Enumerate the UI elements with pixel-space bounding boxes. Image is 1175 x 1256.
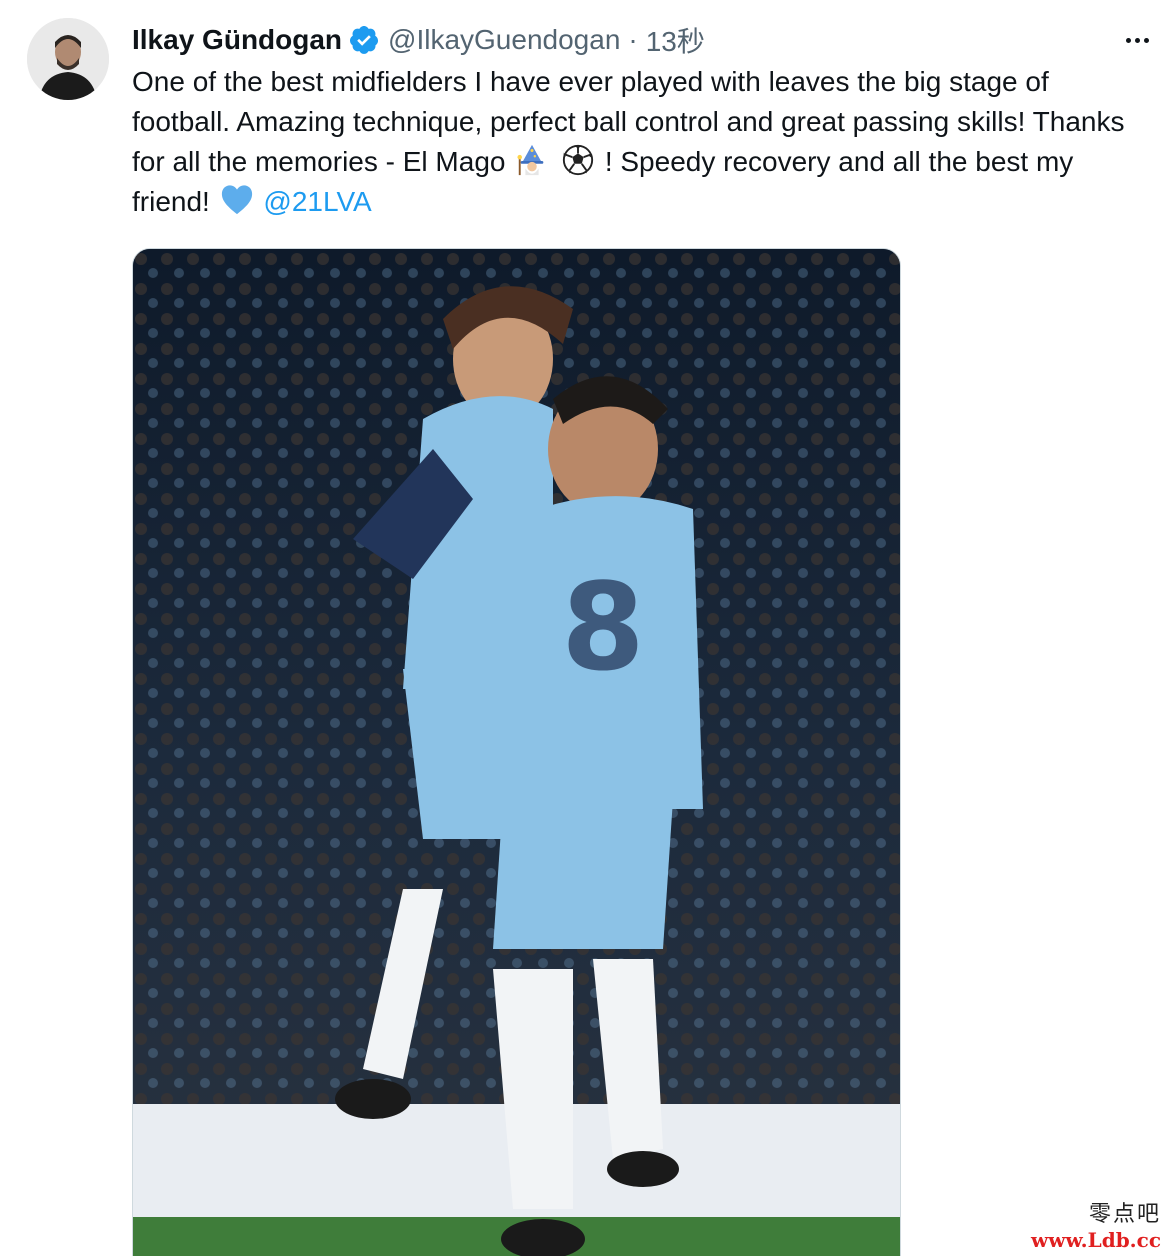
avatar-image bbox=[27, 18, 109, 100]
verified-badge-icon bbox=[350, 26, 379, 54]
tweet-text: One of the best midfielders I have ever … bbox=[132, 62, 1142, 222]
mage-emoji bbox=[517, 144, 544, 176]
svg-text:8: 8 bbox=[561, 559, 645, 698]
watermark-title: 零点吧 bbox=[1088, 1202, 1161, 1227]
mention-link[interactable]: @21LVA bbox=[263, 186, 371, 217]
more-options-icon[interactable] bbox=[1117, 24, 1157, 56]
separator-dot: · bbox=[628, 24, 638, 55]
author-handle[interactable]: @IlkayGuendogan bbox=[388, 24, 620, 56]
photo-image: 8 bbox=[133, 249, 900, 1256]
tweet-photo[interactable]: 8 bbox=[132, 248, 901, 1256]
blue-heart-emoji bbox=[221, 185, 252, 215]
watermark-url: www.Ldb.cc bbox=[1031, 1228, 1161, 1252]
tweet-header: Ilkay Gündogan @IlkayGuendogan · 13秒 bbox=[132, 20, 705, 60]
soccer-ball-emoji bbox=[562, 144, 594, 176]
timestamp[interactable]: 13秒 bbox=[646, 20, 705, 60]
author-name[interactable]: Ilkay Gündogan bbox=[132, 24, 342, 56]
tweet-card: Ilkay Gündogan @IlkayGuendogan · 13秒 One… bbox=[0, 0, 1175, 1256]
watermark: 零点吧 www.Ldb.cc bbox=[1031, 1196, 1161, 1252]
avatar[interactable] bbox=[27, 18, 109, 100]
